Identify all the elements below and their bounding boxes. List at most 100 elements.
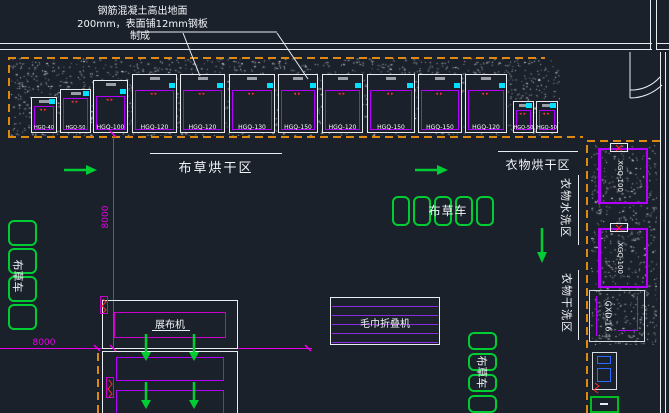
green-box-mark	[600, 403, 608, 405]
annotation-line3: 制成	[105, 27, 175, 42]
platform-boundary-bottom	[8, 136, 583, 138]
cart-bottom-right[interactable]	[468, 395, 497, 413]
dryer-label: HGQ-120	[321, 124, 364, 131]
dryer-label: HGQ-130	[228, 124, 276, 131]
linen-drying-overline	[150, 153, 282, 154]
platform-boundary-left	[8, 57, 10, 138]
vent-mark	[39, 100, 49, 103]
dryer-machine[interactable]: ◂▸HGQ-150	[278, 74, 318, 133]
dryer-machine[interactable]: ◂▸HGQ-120	[132, 74, 177, 133]
vent-mark	[198, 77, 208, 80]
roller-2	[116, 390, 224, 413]
steam-connector-icon	[83, 91, 89, 96]
towel-folder-label: 毛巾折叠机	[332, 315, 438, 330]
vent-mark	[293, 77, 303, 80]
door-arc-outer	[630, 85, 662, 98]
dryer-label: HGQ-150	[417, 124, 463, 131]
dryer-machine[interactable]: ◂▸ HGQ-50	[513, 101, 534, 133]
cart-label-bottom-right[interactable]: 布草车	[474, 356, 490, 389]
steam-connector-icon	[407, 83, 413, 88]
bottom-left-boundary	[97, 348, 99, 413]
washer-2-label: XGQ-100	[616, 242, 624, 274]
dryer-label: HGQ-40	[30, 125, 58, 131]
steam-connector-icon	[217, 83, 223, 88]
dryer-label: HGQ-50	[535, 125, 559, 131]
dryer-machine[interactable]: ◂▸ HGQ-150	[367, 74, 415, 133]
door-arrows-icon: ◂▸	[323, 91, 362, 97]
steam-connector-icon	[550, 103, 556, 108]
door-arrows-icon: ◂▸	[514, 111, 533, 117]
door-jamb-left	[650, 0, 651, 50]
vent-mark	[106, 83, 116, 86]
cart-bottom-right[interactable]	[468, 332, 497, 350]
vent-mark	[150, 77, 160, 80]
door-arrows-icon: ◂▸	[181, 91, 224, 97]
dryer-label: HGQ-150	[277, 124, 319, 131]
vent-mark	[386, 77, 396, 80]
dryer-label: HGQ-120	[179, 124, 226, 131]
door-arrows-icon: ◂▸	[537, 111, 557, 117]
door-arc-inner	[630, 77, 660, 90]
motor-box-1	[100, 296, 108, 314]
door-arrows-icon: ◂▸	[368, 91, 414, 97]
dryer-label: HGQ-100	[92, 124, 129, 131]
zone-label-clothes-washing[interactable]: 衣物水洗区	[558, 178, 574, 238]
right-zone-boundary	[586, 140, 588, 413]
dry-cleaner-inner-left	[596, 296, 597, 336]
vent-mark	[338, 77, 348, 80]
vent-mark	[247, 77, 257, 80]
cart-left[interactable]	[8, 220, 37, 246]
dryer-machine[interactable]: ◂▸ HGQ-130	[229, 74, 275, 133]
platform-boundary-top	[8, 57, 545, 59]
dryer-machine[interactable]: ◂▸ HGQ-150	[418, 74, 462, 133]
dryer-label: HGQ-150	[366, 124, 416, 131]
washer-1-label: XGQ-100	[616, 160, 624, 192]
door-arrows-icon: ◂▸	[61, 99, 90, 105]
zone-label-clothes-drying[interactable]: 衣物烘干区	[488, 156, 588, 173]
door-arrows-icon: ◂▸	[419, 91, 461, 97]
cart-label-left[interactable]: 布草车	[10, 260, 26, 293]
vent-mark	[435, 77, 445, 80]
top-wall-inner	[0, 49, 652, 50]
steam-connector-icon	[120, 89, 126, 94]
door-arrows-icon: ◂▸	[32, 107, 56, 113]
dryer-machine[interactable]: ◂▸ HGQ-40	[31, 97, 57, 133]
top-wall-stub-outer	[657, 43, 669, 44]
door-arrows-icon: ◂▸	[466, 91, 506, 97]
cart-left[interactable]	[8, 304, 37, 330]
dryer-machine[interactable]: ◂▸ HGQ-120	[465, 74, 507, 133]
dry-cleaner-label: GXD-16	[604, 301, 613, 332]
dryer-machine[interactable]: ◂▸ HGQ-120	[180, 74, 225, 133]
steam-connector-icon	[267, 83, 273, 88]
dry-cleaner-inner-bottom	[618, 330, 638, 331]
small-machine-detail-2	[597, 368, 611, 382]
washing-zone-line	[578, 175, 579, 245]
cad-canvas[interactable]: 钢筋混凝土高出地面 200mm，表面铺12mm钢板 制成 8000 8000 布…	[0, 0, 669, 413]
right-wall-inner	[665, 52, 666, 413]
dryer-machine[interactable]: ◂▸ HGQ-120	[322, 74, 363, 133]
zone-label-linen-drying[interactable]: 布草烘干区	[150, 157, 282, 176]
steam-connector-icon	[49, 99, 55, 104]
steam-connector-icon	[454, 83, 460, 88]
roller-1	[116, 357, 224, 381]
dryer-machine[interactable]: ◂▸ HGQ-50	[536, 101, 558, 133]
washer-1-top-box	[610, 143, 628, 152]
dimension-text-horizontal: 8000	[24, 338, 64, 348]
dryer-label: HGQ-120	[464, 124, 508, 131]
dryer-label: HGQ-120	[131, 124, 178, 131]
dryer-label: HGQ-50	[512, 125, 535, 131]
right-wall-outer	[660, 52, 661, 413]
door-arrows-icon: ◂▸	[94, 97, 127, 103]
steam-connector-icon	[310, 83, 316, 88]
washer-2-top-box	[610, 223, 628, 232]
dryer-machine[interactable]: ◂▸ HGQ-100	[93, 80, 128, 133]
motor-box-2	[106, 377, 114, 398]
zone-label-dry-cleaning[interactable]: 衣物干洗区	[559, 273, 575, 333]
top-wall-stub-inner	[657, 49, 669, 50]
door-arrows-icon: ◂▸	[230, 91, 274, 97]
dry-cleaner-inner-right	[637, 296, 638, 330]
dryer-machine[interactable]: ◂▸HGQ-50	[60, 89, 91, 133]
steam-connector-icon	[169, 83, 175, 88]
vent-mark	[71, 92, 81, 95]
cart-label-center[interactable]: 布草车	[398, 202, 498, 219]
